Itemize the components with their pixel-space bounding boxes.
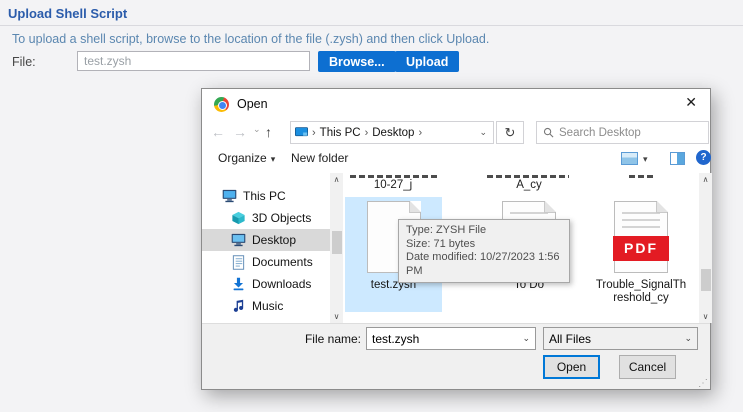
sidebar-scroll-thumb[interactable]: [332, 231, 342, 254]
tooltip-date-modified: Date modified: 10/27/2023 1:56 PM: [406, 251, 562, 278]
up-icon[interactable]: ↑: [265, 124, 272, 140]
sidebar-item-3d-objects[interactable]: 3D Objects: [202, 207, 330, 229]
resize-grip[interactable]: ⋰: [698, 378, 708, 389]
forward-icon[interactable]: →: [233, 124, 247, 140]
tooltip-size: Size: 71 bytes: [406, 238, 562, 252]
clipped-filename[interactable]: A_cy: [474, 179, 584, 191]
breadcrumb-desktop[interactable]: Desktop: [372, 127, 414, 139]
upload-instruction-text: To upload a shell script, browse to the …: [12, 32, 489, 46]
pdf-document-icon: PDF: [614, 201, 668, 273]
new-folder-button[interactable]: New folder: [291, 151, 348, 165]
scroll-up-icon[interactable]: ∧: [699, 175, 712, 184]
breadcrumb-this-pc[interactable]: This PC: [320, 127, 361, 139]
sidebar-item-documents[interactable]: Documents: [202, 251, 330, 273]
sidebar-item-desktop[interactable]: Desktop: [202, 229, 330, 251]
organize-button[interactable]: Organize▾: [218, 151, 275, 165]
title-divider: [0, 25, 743, 26]
breadcrumb[interactable]: › This PC › Desktop › ⌄: [290, 121, 494, 144]
file-info-tooltip: Type: ZYSH File Size: 71 bytes Date modi…: [398, 219, 570, 283]
location-monitor-icon: [295, 127, 308, 138]
chevron-down-icon: ⌄: [522, 333, 530, 344]
open-button[interactable]: Open: [543, 355, 600, 379]
dialog-title: Open: [237, 97, 268, 111]
sidebar-item-music[interactable]: Music: [202, 295, 330, 317]
file-path-input[interactable]: [77, 51, 310, 71]
sidebar-item-downloads[interactable]: Downloads: [202, 273, 330, 295]
search-input[interactable]: [559, 127, 702, 139]
3d-objects-icon: [231, 211, 246, 225]
desktop-icon: [231, 233, 246, 247]
chrome-icon: [214, 97, 229, 112]
music-icon: [231, 299, 246, 313]
downloads-icon: [231, 277, 246, 291]
tooltip-type: Type: ZYSH File: [406, 224, 562, 238]
file-tile-trouble-signalthreshold[interactable]: PDF Trouble_SignalTh reshold_cy: [586, 197, 696, 305]
chevron-down-icon: ⌄: [684, 333, 692, 344]
clipped-filename-fragment: [629, 175, 653, 178]
preview-pane-icon[interactable]: [670, 152, 685, 165]
sidebar-scrollbar[interactable]: ∧ ∨: [330, 173, 343, 323]
file-type-dropdown[interactable]: All Files ⌄: [543, 327, 698, 350]
documents-icon: [231, 255, 246, 270]
recent-locations-icon[interactable]: ⌄: [253, 124, 261, 135]
crumb-separator: ›: [418, 127, 422, 139]
search-icon: [543, 127, 554, 138]
clipped-filename-fragment: [350, 175, 438, 178]
clipped-filename[interactable]: 10-27_j: [345, 179, 448, 191]
crumb-separator: ›: [312, 127, 316, 139]
file-name-label: File name:: [261, 332, 361, 346]
sidebar-item-this-pc[interactable]: This PC: [202, 185, 330, 207]
open-file-dialog: Open ✕ ← → ⌄ ↑ › This PC › Desktop › ⌄ ↻…: [201, 88, 711, 390]
scroll-down-icon[interactable]: ∨: [699, 312, 712, 321]
this-pc-icon: [222, 189, 237, 203]
crumb-separator: ›: [365, 127, 369, 139]
refresh-button[interactable]: ↻: [496, 121, 524, 144]
scroll-down-icon[interactable]: ∨: [330, 312, 343, 321]
pdf-badge: PDF: [613, 236, 669, 261]
refresh-icon: ↻: [505, 125, 516, 141]
file-field-label: File:: [12, 55, 36, 69]
view-options-chevron-icon[interactable]: ▾: [643, 154, 648, 165]
back-icon[interactable]: ←: [211, 124, 225, 140]
chevron-down-icon: ▾: [271, 154, 276, 164]
change-view-icon[interactable]: [621, 152, 638, 165]
file-name-combobox[interactable]: test.zysh ⌄: [366, 327, 536, 350]
address-dropdown-icon[interactable]: ⌄: [479, 127, 489, 138]
file-list-scroll-thumb[interactable]: [701, 269, 711, 291]
upload-button[interactable]: Upload: [395, 51, 459, 72]
help-icon[interactable]: ?: [696, 150, 711, 165]
file-list-scrollbar[interactable]: ∧ ∨: [699, 173, 712, 323]
page-title: Upload Shell Script: [8, 6, 127, 21]
browse-button[interactable]: Browse...: [318, 51, 396, 72]
cancel-button[interactable]: Cancel: [619, 355, 676, 379]
close-icon[interactable]: ✕: [685, 94, 697, 111]
clipped-filename-fragment: [487, 175, 569, 178]
scroll-up-icon[interactable]: ∧: [330, 175, 343, 184]
search-box[interactable]: [536, 121, 709, 144]
